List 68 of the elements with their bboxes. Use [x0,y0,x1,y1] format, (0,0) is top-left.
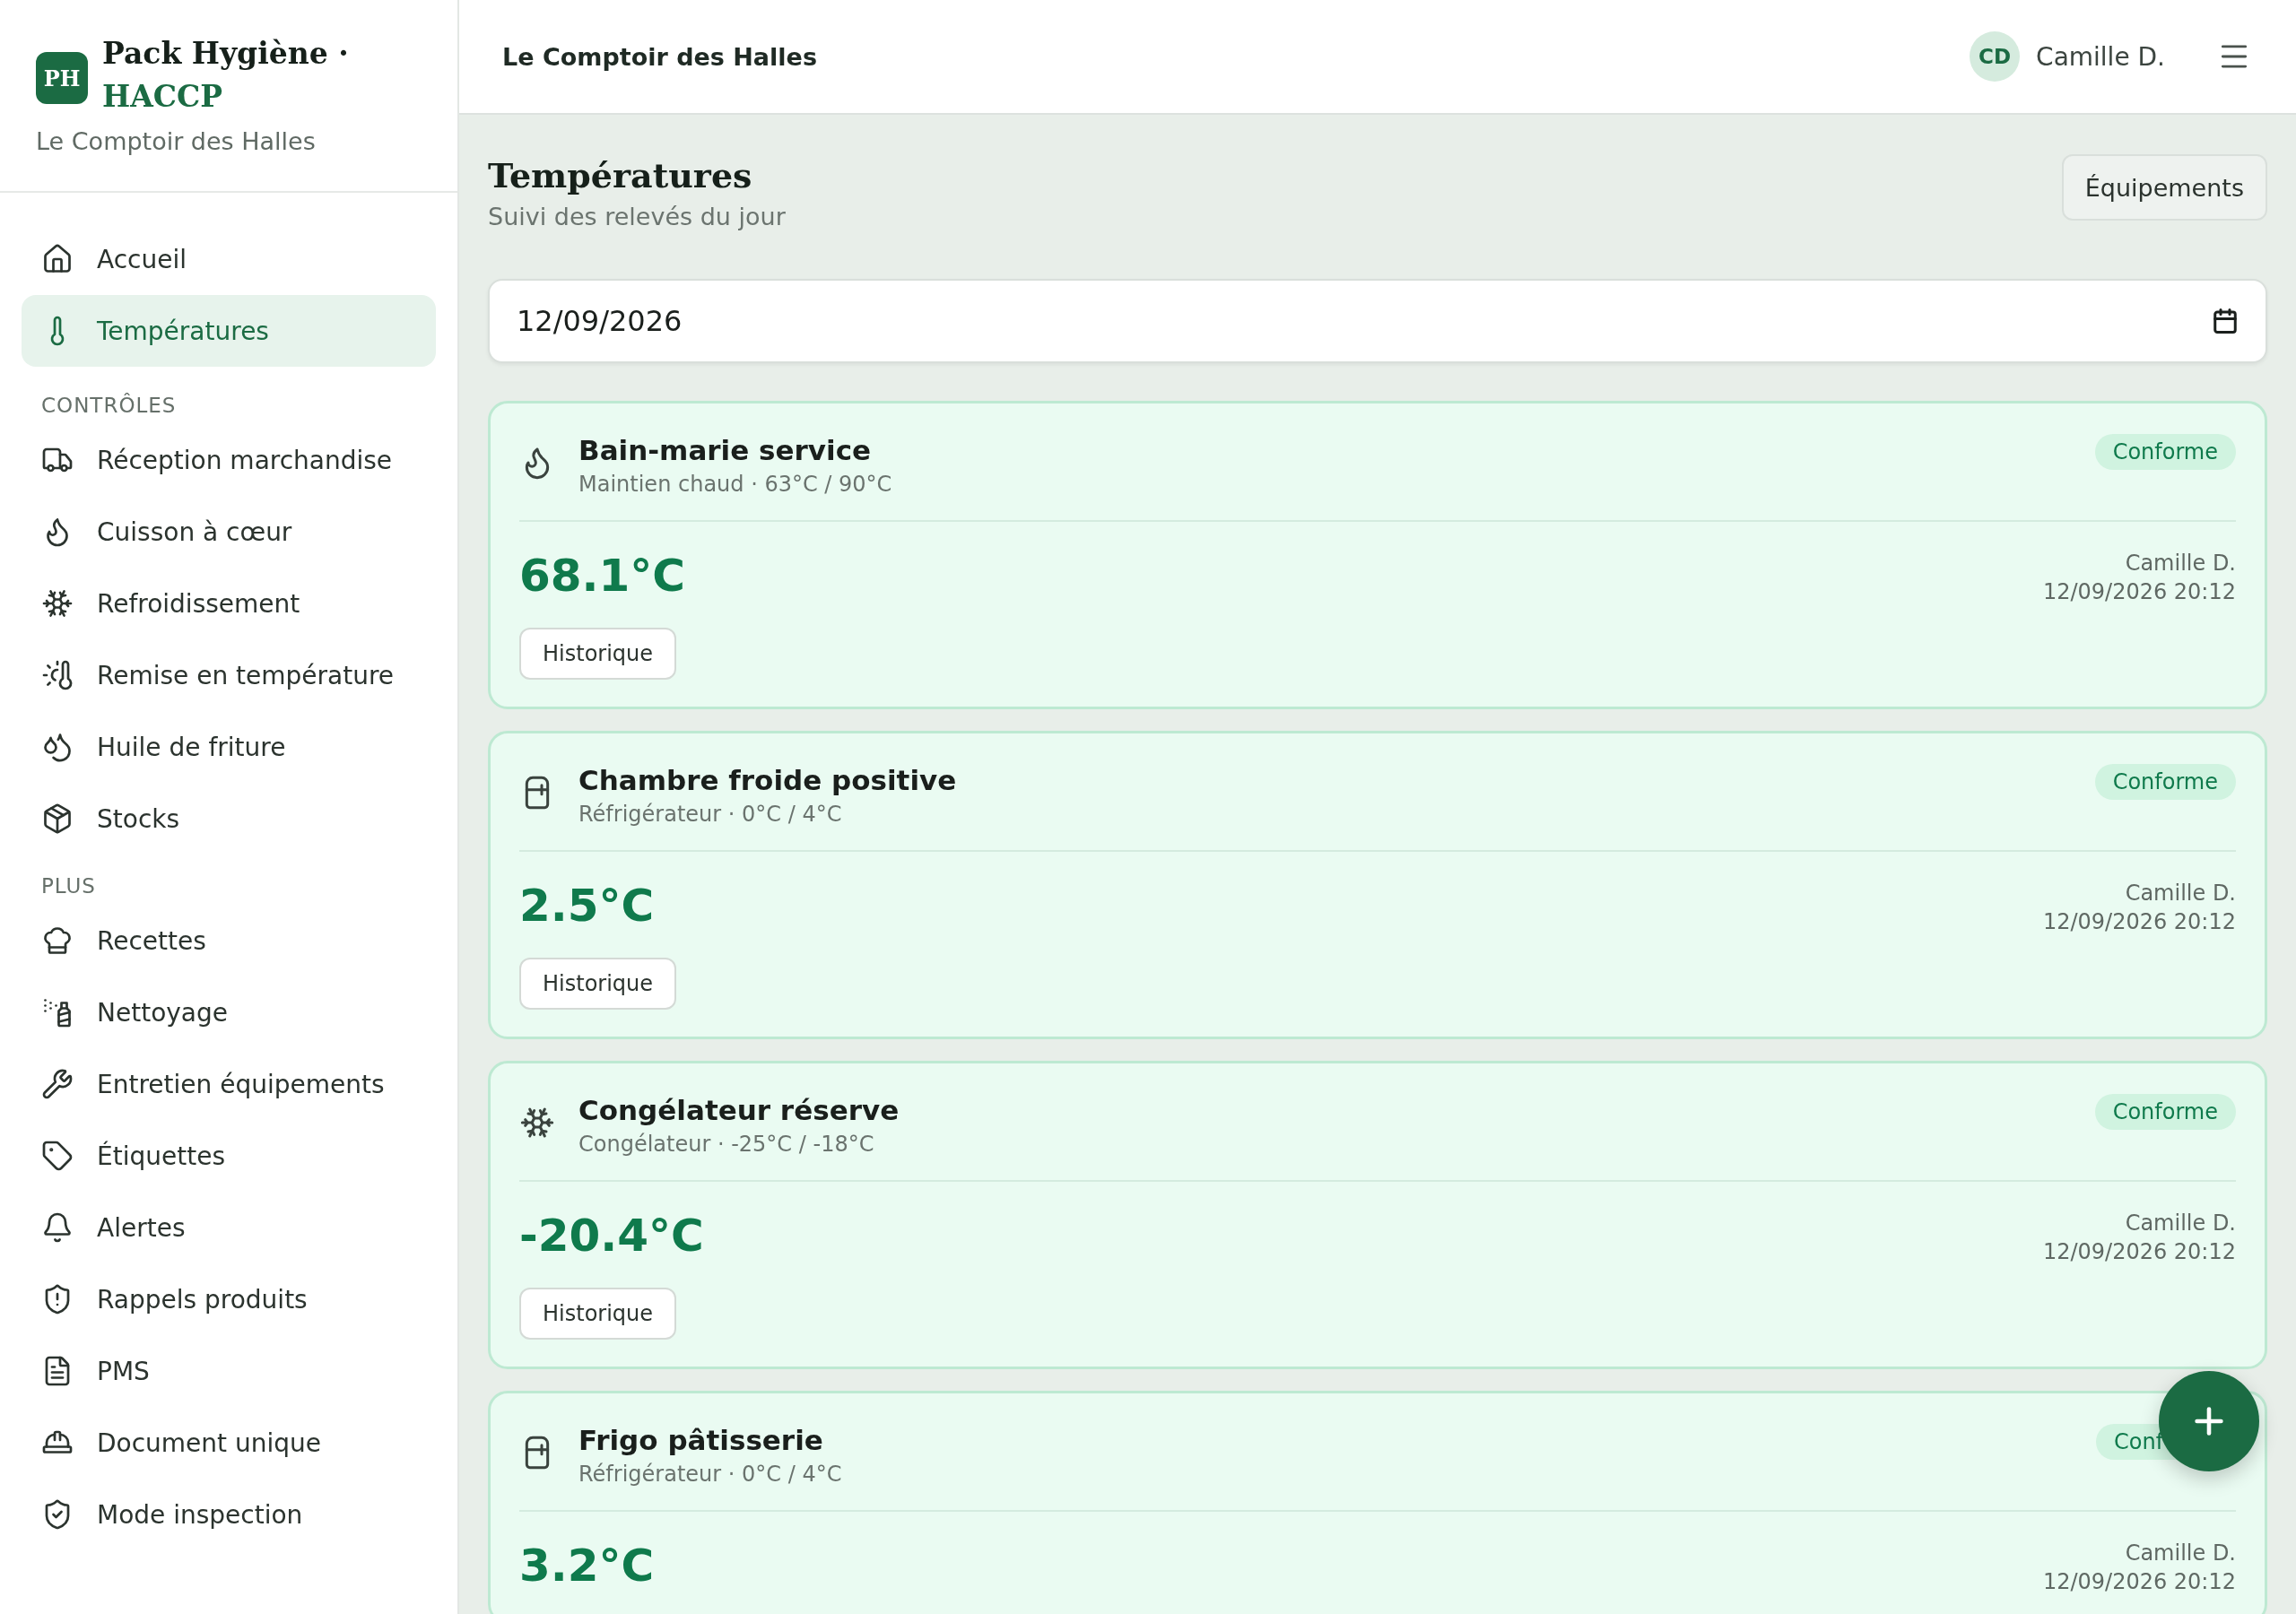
recorded-by: Camille D. [2125,881,2236,906]
recorded-by: Camille D. [2125,1210,2236,1236]
sensor-detail: Maintien chaud · 63°C / 90°C [578,472,893,497]
sensor-name: Congélateur réserve [578,1094,900,1126]
app-title: Pack Hygiène · [102,35,349,73]
wrench-icon [41,1068,74,1100]
nav-item[interactable]: Réception marchandise [22,424,436,496]
house-icon [41,243,74,275]
recorded-by: Camille D. [2125,551,2236,576]
equipment-button[interactable]: Équipements [2061,154,2267,221]
history-button[interactable]: Historique [519,1288,677,1340]
nav-item[interactable]: Accueil [22,223,436,295]
sensor-name: Chambre froide positive [578,764,958,796]
nav-item[interactable]: Refroidissement [22,568,436,639]
nav-item[interactable]: Document unique [22,1407,436,1479]
history-button[interactable]: Historique [519,958,677,1010]
nav-item[interactable]: Étiquettes [22,1120,436,1192]
site-name: Le Comptoir des Halles [36,127,317,155]
page-title: Températures [488,154,753,197]
nav-item[interactable]: Rappels produits [22,1263,436,1335]
status-badge: Conforme [2094,434,2236,470]
nav-item[interactable]: Cuisson à cœur [22,496,436,568]
nav-item[interactable]: Huile de friture [22,711,436,783]
status-badge: Conforme [2094,1094,2236,1130]
header-title: Le Comptoir des Halles [502,42,818,71]
sensor-name: Bain-marie service [578,434,873,466]
user-name: Camille D. [2036,41,2165,72]
box-icon [41,803,74,835]
temperature-value: 68.1°C [519,549,686,603]
section-label: PLUS [40,873,97,899]
recorded-time: 12/09/2026 20:12 [2042,1569,2236,1594]
temperature-value: 3.2°C [519,1539,655,1593]
snowflake-icon [41,587,74,620]
recorded-time: 12/09/2026 20:12 [2042,1239,2236,1264]
nav-item[interactable]: Températures [22,295,436,367]
sensor-detail: Réfrigérateur · 0°C / 4°C [578,802,843,827]
bell-icon [41,1211,74,1244]
history-button[interactable]: Historique [519,628,677,680]
page-subtitle: Suivi des relevés du jour [488,203,786,230]
avatar[interactable]: CD [1970,31,2021,82]
sensor-detail: Réfrigérateur · 0°C / 4°C [578,1462,843,1487]
date-field[interactable]: 12/09/2026 [488,279,2267,363]
nav-item[interactable]: Alertes [22,1192,436,1263]
thermometer-sun-icon [41,659,74,691]
nav-item[interactable]: PMS [22,1335,436,1407]
nav-item[interactable]: Nettoyage [22,976,436,1048]
section-label: CONTRÔLES [40,392,178,419]
temperature-value: 2.5°C [519,879,655,933]
temperature-value: -20.4°C [519,1209,704,1263]
recorded-time: 12/09/2026 20:12 [2042,909,2236,934]
nav-item[interactable]: Stocks [22,783,436,855]
recorded-time: 12/09/2026 20:12 [2042,579,2236,604]
chef-hat-icon [41,924,74,957]
snowflake-icon [519,1105,555,1141]
nav-item[interactable]: Remise en température [22,639,436,711]
nav-item[interactable]: Mode inspection [22,1479,436,1550]
nav-item[interactable]: Entretien équipements [22,1048,436,1120]
recorded-by: Camille D. [2125,1540,2236,1566]
nav-item[interactable]: Recettes [22,905,436,976]
app-subtitle: HACCP [102,78,224,116]
tag-icon [41,1140,74,1172]
droplets-icon [41,731,74,763]
sensor-name: Frigo pâtisserie [578,1424,824,1456]
status-badge: Conforme [2094,764,2236,800]
calendar-icon[interactable] [2212,308,2239,334]
sensor-detail: Congélateur · -25°C / -18°C [578,1132,875,1157]
logo: PH [36,52,88,104]
spray-bottle-icon [41,996,74,1028]
